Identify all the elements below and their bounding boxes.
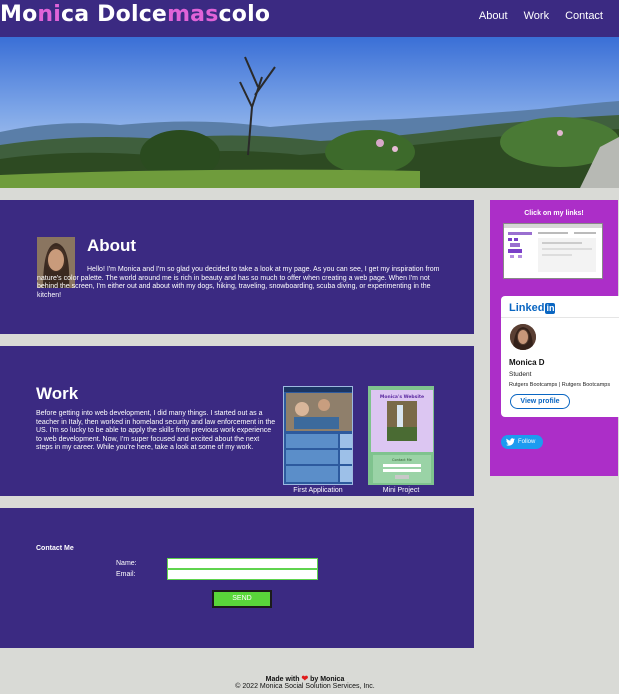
work-section: Work Before getting into web development… [0,346,474,496]
about-paragraph: Hello! I'm Monica and I'm so glad you de… [37,266,440,299]
linkedin-avatar [510,324,536,350]
linkedin-logo-icon: Linked in [509,302,556,314]
twitter-follow-button[interactable]: Follow [501,435,543,449]
footer-copyright: © 2022 Monica Social Solution Services, … [235,683,375,690]
linkedin-profile-badge: Linked in Monica D Student Rutgers Bootca… [501,296,619,417]
project-caption-mini-project: Mini Project [382,487,420,494]
contact-section: Contact Me Name: Email: SEND [0,508,474,648]
click-links-heading: Click on my links! [524,210,584,217]
footer-made-with-suffix: by Monica [310,676,345,683]
project-caption-first-application: First Application [293,487,343,494]
hero-landscape-graphic [0,37,619,188]
email-input[interactable] [167,569,318,580]
brand-part: ca Dolce [61,2,168,27]
twitter-follow-label: Follow [518,439,536,445]
project-thumbnail-mini-project[interactable]: Monica's Website Contact Me [368,386,434,485]
site-logo[interactable]: Monica Dolcemascolo [0,2,270,27]
mini-project-screenshot-title: Monica's Website [380,394,424,400]
send-button[interactable]: SEND [212,590,272,608]
footer-made-with: Made with ❤ by Monica [0,674,610,683]
linkedin-logo-in: in [545,303,556,314]
brand-part-highlight: ni [37,2,62,27]
about-heading: About [87,236,137,255]
nav-link-contact[interactable]: Contact [565,10,603,22]
linkedin-name[interactable]: Monica D [509,358,545,367]
project-thumbnail-first-application[interactable] [283,386,353,485]
linkedin-title: Student [509,371,532,378]
linkedin-divider [501,317,619,318]
site-header: Monica Dolcemascolo About Work Contact [0,0,619,37]
mini-project-screenshot-label: Contact Me [392,458,412,462]
nav-link-work[interactable]: Work [524,10,549,22]
work-paragraph: Before getting into web development, I d… [36,410,276,451]
portfolio-link-thumbnail[interactable] [503,223,603,279]
view-profile-button[interactable]: View profile [510,394,570,409]
hero-landscape-image [0,37,619,188]
name-input[interactable] [167,558,318,569]
brand-part: Mo [0,2,38,27]
brand-part: colo [218,2,271,27]
contact-heading: Contact Me [36,545,74,552]
social-sidebar: Click on my links! Linked in Monica D St… [490,200,619,476]
main-nav: About Work Contact [479,10,603,22]
linkedin-company: Rutgers Bootcamps | Rutgers Bootcamps [509,382,611,388]
email-label: Email: [116,571,136,578]
nav-link-about[interactable]: About [479,10,508,22]
footer-made-with-prefix: Made with [265,676,300,683]
brand-part-highlight: mas [167,2,219,27]
work-heading: Work [36,384,79,403]
heart-icon: ❤ [301,674,309,683]
about-section: About Hello! I'm Monica and I'm so glad … [0,200,474,334]
linkedin-logo-text: Linked [509,302,545,314]
name-label: Name: [116,560,137,567]
twitter-bird-icon [506,438,515,446]
